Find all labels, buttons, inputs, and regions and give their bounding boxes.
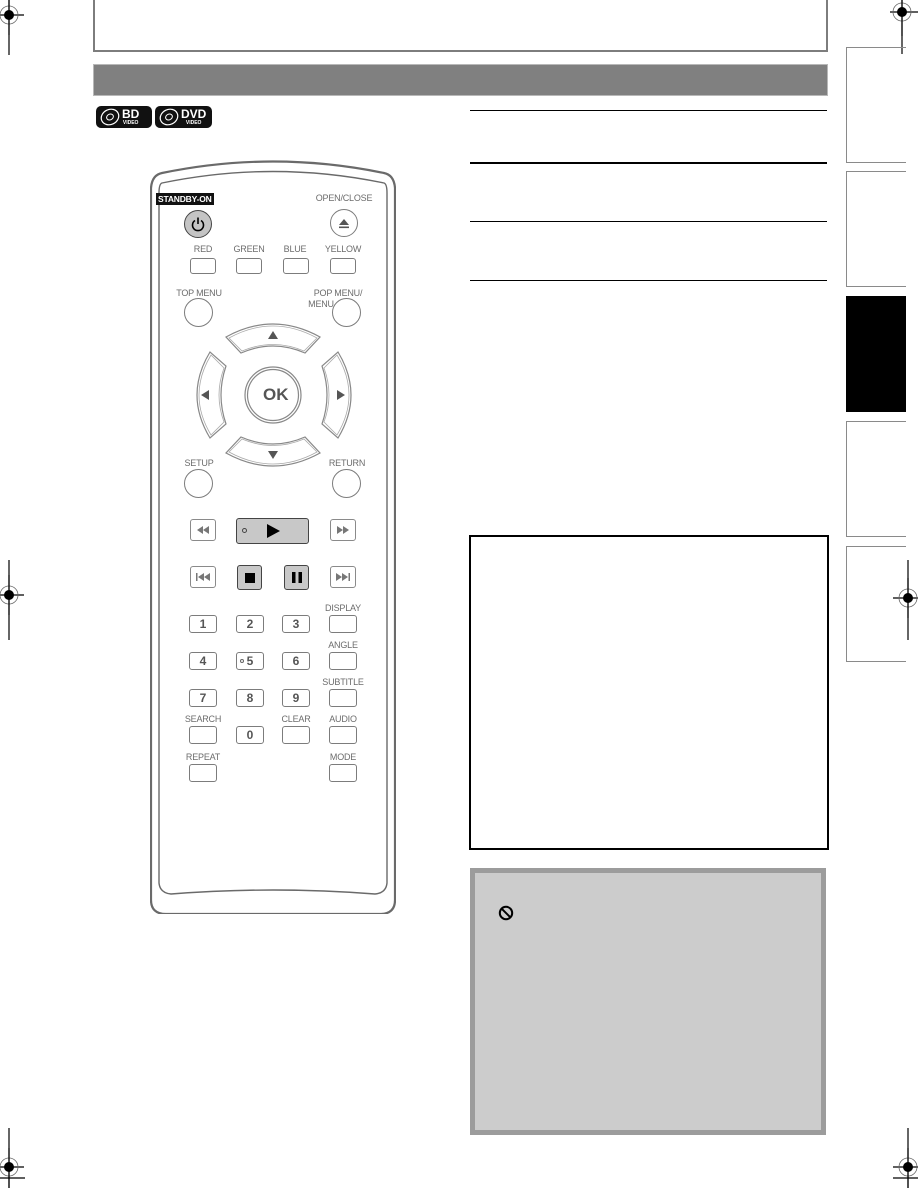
crop-mark [8,560,10,640]
rewind-icon [197,526,209,534]
tactile-dot [240,659,244,663]
menu-label: MENU [308,299,334,309]
number-0-button[interactable]: 0 [236,726,264,744]
right-button [321,351,352,439]
bd-label: BD [122,107,140,121]
mode-button[interactable] [329,764,357,782]
standby-on-label: STANDBY-ON [156,193,214,205]
number-5-button[interactable]: 5 [236,652,264,670]
crop-mark [8,0,10,55]
fast-forward-icon [337,526,349,534]
number-6-button[interactable]: 6 [282,652,310,670]
eject-icon [339,219,349,229]
clear-label: CLEAR [281,714,311,724]
section-title-bar [93,64,828,96]
divider [470,280,827,281]
subtitle-button[interactable] [329,689,357,707]
prohibit-icon [498,905,514,921]
dvd-video-badge: DVD VIDEO [155,106,212,128]
blue-button[interactable] [283,258,309,274]
audio-label: AUDIO [329,714,357,724]
top-menu-label: TOP MENU [176,288,222,298]
side-tab-3-active[interactable] [846,296,906,412]
pause-button[interactable] [284,565,309,590]
power-icon [191,217,205,232]
setup-button[interactable] [184,469,213,498]
subtitle-label: SUBTITLE [322,677,364,687]
divider [470,110,827,111]
play-button[interactable] [236,518,309,544]
repeat-button[interactable] [189,764,217,782]
search-label: SEARCH [184,714,222,724]
return-label: RETURN [328,458,366,468]
red-label: RED [193,244,213,254]
repeat-label: REPEAT [185,752,221,762]
green-button[interactable] [236,258,262,274]
dvd-label: DVD [181,107,207,121]
open-close-label: OPEN/CLOSE [315,193,373,203]
angle-button[interactable] [329,652,357,670]
audio-button[interactable] [329,726,357,744]
video-label: VIDEO [122,120,139,126]
angle-label: ANGLE [328,640,358,650]
skip-forward-icon [336,573,350,581]
number-7-button[interactable]: 7 [189,689,217,707]
yellow-button[interactable] [330,258,356,274]
header-box [93,0,828,52]
crop-mark [893,1128,918,1188]
divider [470,162,827,164]
bd-video-badge: BD VIDEO [96,106,152,128]
side-tab-2[interactable] [846,171,906,287]
stop-icon [244,572,255,583]
number-3-button[interactable]: 3 [282,615,310,633]
number-5-label: 5 [246,654,254,668]
number-9-button[interactable]: 9 [282,689,310,707]
skip-forward-button[interactable] [330,566,356,588]
video-label: VIDEO [185,120,202,126]
tip-box [470,868,826,1135]
side-tab-4[interactable] [846,421,906,537]
red-button[interactable] [190,258,216,274]
number-2-button[interactable]: 2 [236,615,264,633]
setup-label: SETUP [184,458,214,468]
divider [470,221,827,222]
pop-menu-label: POP MENU/ [313,288,363,298]
display-label: DISPLAY [325,603,361,613]
number-8-button[interactable]: 8 [236,689,264,707]
search-button[interactable] [189,726,217,744]
blue-label: BLUE [283,244,307,254]
side-tab-1[interactable] [846,47,906,163]
number-4-button[interactable]: 4 [189,652,217,670]
yellow-label: YELLOW [324,244,362,254]
return-button[interactable] [332,469,361,498]
crop-mark [0,1128,25,1188]
skip-back-icon [196,573,210,581]
standby-on-button[interactable] [184,210,212,238]
clear-button[interactable] [282,726,310,744]
mode-label: MODE [329,752,357,762]
play-icon [266,524,280,538]
number-1-button[interactable]: 1 [189,615,217,633]
side-tab-5[interactable] [846,546,906,662]
note-box [469,535,829,850]
skip-back-button[interactable] [190,566,216,588]
display-button[interactable] [329,615,357,633]
fast-forward-button[interactable] [330,519,356,541]
ok-label[interactable]: OK [263,385,289,405]
rewind-button[interactable] [190,519,216,541]
tactile-dot [242,528,247,533]
remote-control: STANDBY-ON OPEN/CLOSE RED GREEN BLUE YEL… [150,148,396,914]
green-label: GREEN [233,244,265,254]
pause-icon [291,572,302,583]
disc-icon [159,108,179,126]
open-close-button[interactable] [330,209,358,237]
disc-icon [100,108,120,126]
stop-button[interactable] [237,565,262,590]
